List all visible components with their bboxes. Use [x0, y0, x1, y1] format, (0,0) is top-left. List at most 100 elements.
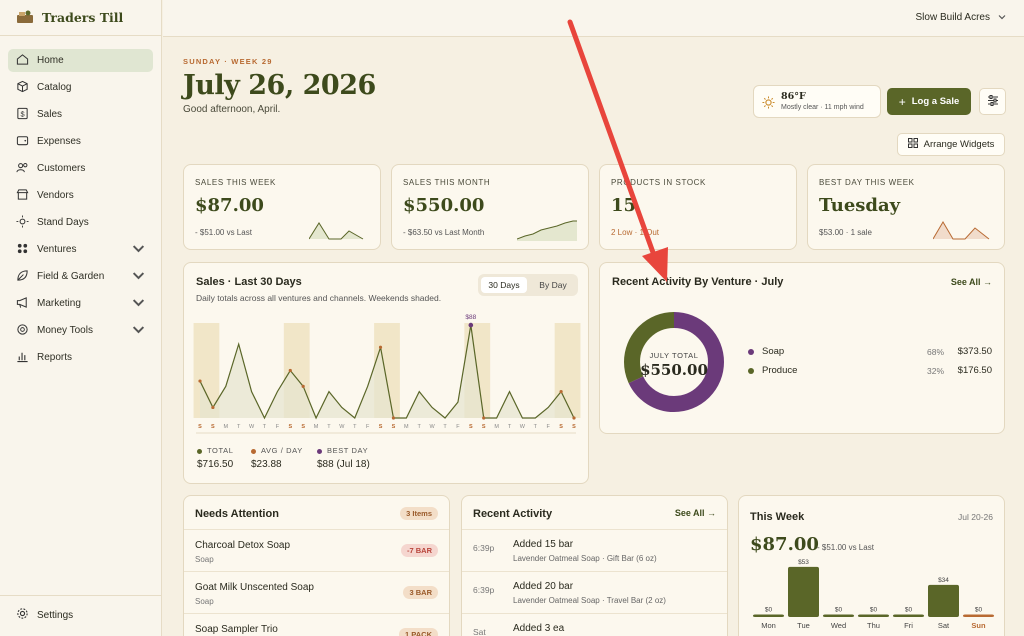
- legend-dot: [748, 367, 754, 374]
- chevron-down-icon[interactable]: [132, 296, 145, 311]
- legend-label: BEST DAY: [327, 446, 369, 455]
- x-tick-label: S: [288, 424, 292, 430]
- activity-time: 6:39p: [473, 585, 495, 595]
- sun-icon: [16, 214, 29, 231]
- weather-temperature: 86°F: [781, 91, 806, 102]
- venture-name: Produce: [762, 365, 798, 376]
- stat-card-sales-month[interactable]: SALES THIS MONTH $550.00 - $63.50 vs Las…: [391, 164, 589, 250]
- bar-category-label: Mon: [761, 621, 776, 630]
- sidebar-item-label: Field & Garden: [37, 271, 105, 282]
- data-point: [378, 345, 383, 349]
- logo-icon: [16, 8, 34, 27]
- home-icon: [16, 53, 29, 69]
- activity-detail: Lavender Oatmeal Soap · Gift Bar (6 oz): [513, 554, 657, 563]
- sidebar-item-label: Sales: [37, 109, 63, 120]
- stat-label: BEST DAY THIS WEEK: [819, 178, 915, 187]
- bar-value-label: $0: [835, 607, 843, 614]
- activity-item[interactable]: 6:39p Added 20 bar Lavender Oatmeal Soap…: [462, 571, 727, 613]
- see-all-link[interactable]: See All →: [951, 277, 992, 287]
- list-item[interactable]: Soap Sampler Trio 1 PACK: [184, 613, 449, 636]
- log-sale-label: Log a Sale: [911, 96, 960, 107]
- greeting: Good afternoon, April.: [183, 104, 281, 115]
- week-bar[interactable]: [823, 614, 854, 618]
- item-name: Charcoal Detox Soap: [195, 540, 291, 551]
- sidebar-item-settings[interactable]: Settings: [8, 604, 153, 626]
- bar-category-label: Wed: [831, 621, 846, 630]
- activity-time: 6:39p: [473, 543, 495, 553]
- sidebar-item-customers[interactable]: Customers: [8, 157, 153, 180]
- needs-attention-card: Needs Attention 3 Items Charcoal Detox S…: [183, 495, 450, 636]
- stat-card-products-stock[interactable]: PRODUCTS IN STOCK 15 2 Low · 1 Out: [599, 164, 797, 250]
- chevron-down-icon[interactable]: [132, 242, 145, 257]
- x-tick-label: M: [314, 424, 319, 430]
- x-tick-label: S: [482, 424, 486, 430]
- peak-point[interactable]: [468, 322, 474, 328]
- sidebar-item-catalog[interactable]: Catalog: [8, 76, 153, 99]
- sidebar-item-reports[interactable]: Reports: [8, 346, 153, 369]
- week-bar[interactable]: [753, 614, 784, 618]
- legend-dot: [251, 448, 256, 454]
- log-sale-button[interactable]: + Log a Sale: [887, 88, 971, 115]
- stock-badge: 1 PACK: [399, 628, 438, 636]
- stat-label: SALES THIS MONTH: [403, 178, 491, 187]
- venture-amount: $176.50: [957, 365, 992, 376]
- grid-icon: [907, 138, 918, 151]
- venture-row-produce[interactable]: Produce: [748, 365, 797, 376]
- bar-value-label: $0: [765, 607, 773, 614]
- chevron-down-icon[interactable]: [132, 269, 145, 284]
- sidebar-item-expenses[interactable]: Expenses: [8, 130, 153, 153]
- weather-widget: 86°F Mostly clear · 11 mph wind: [753, 85, 881, 118]
- sidebar-item-label: Expenses: [37, 136, 81, 147]
- data-point: [391, 416, 396, 420]
- bar-category-label: Tue: [797, 621, 810, 630]
- workspace-switcher[interactable]: Slow Build Acres: [916, 12, 1006, 23]
- bar-value-label: $53: [798, 559, 809, 566]
- legend-dot: [748, 348, 754, 355]
- sidebar-item-vendors[interactable]: Vendors: [8, 184, 153, 207]
- sidebar-item-sales[interactable]: $ Sales: [8, 103, 153, 126]
- list-item[interactable]: Goat Milk Unscented Soap Soap 3 BAR: [184, 571, 449, 613]
- x-tick-label: T: [327, 424, 331, 430]
- peak-label: $88: [465, 314, 476, 321]
- sidebar-item-money-tools[interactable]: Money Tools: [8, 319, 153, 342]
- arrange-widgets-label: Arrange Widgets: [923, 139, 995, 150]
- week-bar[interactable]: [963, 614, 994, 618]
- week-bar[interactable]: [788, 566, 819, 617]
- sun-icon: [762, 96, 775, 112]
- sidebar-item-home[interactable]: Home: [8, 49, 153, 72]
- sidebar-item-label: Ventures: [37, 244, 77, 255]
- sidebar-item-label: Settings: [37, 609, 74, 621]
- chevron-down-icon[interactable]: [132, 323, 145, 338]
- sales-line-chart: $88 S S M T W T F S S M T W T F S S M T W T F S S M T W T F S S: [193, 314, 581, 434]
- x-tick-label: F: [276, 424, 280, 430]
- x-tick-label: T: [353, 424, 357, 430]
- sidebar-item-marketing[interactable]: Marketing: [8, 292, 153, 315]
- stat-card-best-day[interactable]: BEST DAY THIS WEEK Tuesday $53.00 · 1 sa…: [807, 164, 1005, 250]
- stat-value: 15: [611, 195, 637, 216]
- brand[interactable]: Traders Till: [0, 0, 161, 36]
- see-all-link[interactable]: See All →: [675, 508, 716, 518]
- x-tick-label: T: [508, 424, 512, 430]
- sidebar-item-label: Stand Days: [37, 217, 89, 228]
- venture-row-soap[interactable]: Soap: [748, 346, 784, 357]
- sidebar-item-stand-days[interactable]: Stand Days: [8, 211, 153, 234]
- week-bar[interactable]: [893, 614, 924, 618]
- arrange-widgets-button[interactable]: Arrange Widgets: [897, 133, 1005, 156]
- card-title: Needs Attention: [195, 508, 279, 520]
- x-tick-label: W: [339, 424, 345, 430]
- legend-best-value: $88 (Jul 18): [317, 459, 370, 470]
- activity-item[interactable]: 6:39p Added 15 bar Lavender Oatmeal Soap…: [462, 529, 727, 571]
- filter-button[interactable]: [979, 88, 1006, 115]
- sidebar-item-ventures[interactable]: Ventures: [8, 238, 153, 261]
- activity-item[interactable]: Sat Added 3 ea: [462, 613, 727, 636]
- week-bar[interactable]: [928, 584, 959, 617]
- store-icon: [16, 188, 29, 204]
- list-item[interactable]: Charcoal Detox Soap Soap -7 BAR: [184, 529, 449, 571]
- bar-value-label: $34: [938, 577, 949, 584]
- week-bar[interactable]: [858, 614, 889, 618]
- x-tick-label: T: [534, 424, 538, 430]
- stat-card-sales-week[interactable]: SALES THIS WEEK $87.00 - $51.00 vs Last: [183, 164, 381, 250]
- x-tick-label: T: [263, 424, 267, 430]
- sidebar-item-field-garden[interactable]: Field & Garden: [8, 265, 153, 288]
- stat-sub: $53.00 · 1 sale: [819, 228, 872, 237]
